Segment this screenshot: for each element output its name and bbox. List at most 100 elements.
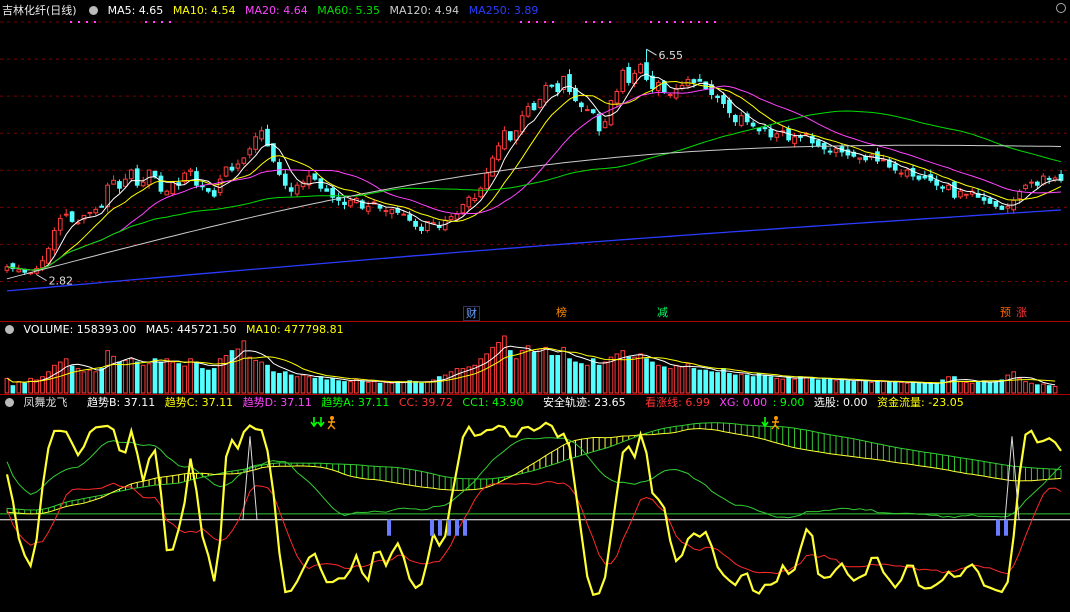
volume-bar: [336, 380, 341, 394]
trend-d: 趋势D: 37.11: [242, 396, 312, 409]
candle: [466, 196, 472, 208]
candle: [614, 91, 620, 104]
candle: [253, 136, 259, 150]
candle: [259, 130, 264, 140]
candle: [1029, 181, 1034, 184]
volume-bar: [265, 364, 270, 394]
candle: [691, 79, 697, 83]
volume-bar: [134, 361, 140, 394]
volume-bar: [241, 340, 247, 394]
signal-bar: [430, 519, 434, 536]
candle: [1035, 181, 1040, 186]
volume-bar: [1029, 382, 1034, 394]
volume-bar: [916, 382, 922, 394]
volume-bar: [253, 359, 259, 394]
signal-dot: [520, 21, 522, 23]
event-marker-fin[interactable]: 财: [463, 306, 480, 321]
candle: [484, 172, 489, 190]
collapse-icon[interactable]: [89, 6, 99, 15]
volume-bar: [259, 361, 264, 394]
volume-bar: [638, 353, 643, 394]
volume-bar: [330, 377, 335, 394]
event-marker-reduce[interactable]: 减: [655, 306, 670, 319]
candle: [590, 109, 596, 114]
signal-dot: [609, 21, 611, 23]
spike-line: [242, 436, 258, 520]
candle: [419, 226, 424, 231]
collapse-icon[interactable]: [5, 398, 14, 407]
signal-dot: [544, 21, 546, 23]
price-panel: 6.55 2.82 吉林化纤(日线) MA5: 4.65 MA10: 4.54 M…: [0, 0, 1070, 321]
candle: [277, 162, 282, 175]
volume-bar: [579, 363, 584, 394]
signal-dot: [70, 21, 72, 23]
event-marker-rank[interactable]: 榜: [554, 306, 569, 319]
volume-bar: [727, 372, 732, 394]
volume-readout: VOLUME: 158393.00: [23, 323, 137, 336]
volume-bar: [667, 368, 673, 394]
volume-bar: [425, 381, 430, 394]
candle: [282, 173, 288, 186]
volume-bar: [673, 364, 679, 394]
candle: [288, 187, 294, 192]
event-marker-forecast[interactable]: 预: [998, 306, 1013, 319]
runner-icon: [771, 419, 780, 430]
price-chart: 6.55 2.82: [0, 21, 1070, 292]
signal-bar: [455, 519, 459, 536]
signal-dot: [86, 21, 88, 23]
candle: [916, 175, 922, 180]
ma20-line: [6, 85, 1062, 271]
volume-bar: [211, 368, 217, 394]
signal-dot: [650, 21, 652, 23]
volume-bar: [188, 358, 193, 394]
event-marker-rise[interactable]: 涨: [1014, 306, 1029, 319]
volume-bar: [721, 368, 726, 394]
volume-bar: [904, 382, 910, 394]
signal-dot: [528, 21, 530, 23]
candle: [946, 184, 951, 190]
ma250-line: [6, 209, 1062, 292]
signal-dot: [658, 21, 660, 23]
candle: [123, 178, 128, 187]
volume-bar: [561, 346, 566, 394]
candle: [952, 181, 957, 198]
volume-bar: [288, 374, 294, 394]
candle: [875, 151, 880, 162]
trend-c: 趋势C: 37.11: [164, 396, 234, 409]
volume-bar: [975, 381, 981, 394]
volume-bar: [602, 361, 608, 394]
trend-b: 趋势B: 37.11: [87, 396, 156, 409]
volume-bar: [1011, 371, 1017, 394]
candle: [502, 130, 507, 150]
candle: [63, 213, 69, 216]
candle: [898, 172, 904, 175]
candle: [478, 187, 484, 198]
volume-bar: [99, 368, 105, 394]
collapse-icon[interactable]: [5, 325, 14, 334]
candle: [413, 220, 418, 227]
volume-bar: [383, 381, 389, 394]
candle: [1005, 205, 1011, 209]
fund-flow: 资金流量: -23.05: [877, 396, 964, 409]
candle: [348, 199, 353, 207]
candle: [881, 159, 886, 162]
volume-bar: [484, 353, 489, 394]
candle: [472, 197, 478, 202]
candle: [99, 205, 105, 208]
volume-bar: [306, 376, 312, 394]
buy-arrow-icon: [310, 417, 318, 428]
candle: [584, 109, 590, 112]
candle: [644, 62, 649, 80]
signal-dot: [682, 21, 684, 23]
candle: [827, 150, 833, 153]
candle: [223, 166, 229, 177]
candle: [738, 115, 744, 126]
volume-bar: [573, 361, 578, 394]
candle: [194, 171, 199, 186]
volume-bar: [661, 366, 667, 394]
settings-icon[interactable]: [1056, 3, 1066, 13]
volume-bar: [940, 379, 945, 394]
candle: [1023, 184, 1028, 190]
volume-bar: [733, 374, 738, 394]
candle: [170, 181, 176, 195]
